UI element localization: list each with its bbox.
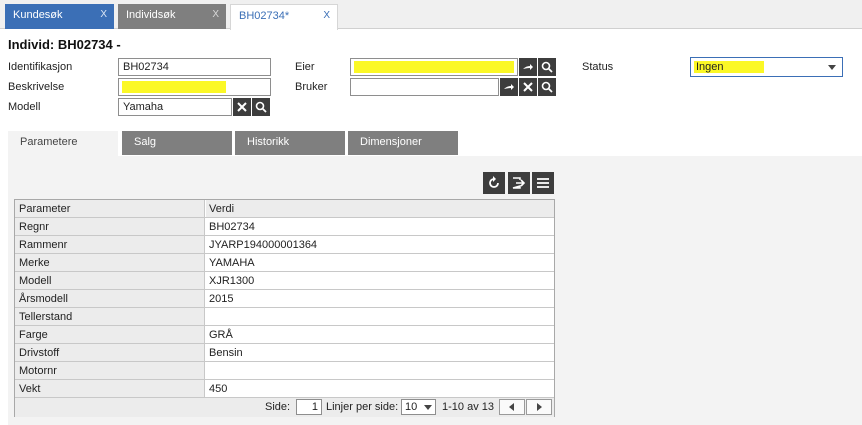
clear-icon	[523, 82, 533, 92]
tab-label: BH02734*	[239, 10, 290, 22]
value-cell[interactable]: GRÅ	[206, 326, 554, 343]
goto-eier-button[interactable]	[519, 58, 537, 76]
search-eier-button[interactable]	[538, 58, 556, 76]
tab-close-icon[interactable]: X	[212, 4, 219, 26]
goto-bruker-button[interactable]	[500, 78, 518, 96]
eier-label: Eier	[295, 61, 315, 73]
subtab-dimensjoner[interactable]: Dimensjoner	[348, 131, 458, 155]
prev-page-button[interactable]	[499, 399, 525, 415]
modell-field[interactable]: Yamaha	[118, 98, 232, 116]
parameter-cell: Rammenr	[15, 236, 205, 253]
refresh-button[interactable]	[483, 172, 505, 194]
parameter-cell: Motornr	[15, 362, 205, 379]
parameter-cell: Vekt	[15, 380, 205, 397]
status-select[interactable]: Ingen	[690, 57, 843, 77]
value-cell[interactable]: Bensin	[206, 344, 554, 361]
tab-bh02734[interactable]: BH02734* X	[230, 4, 338, 30]
search-icon	[541, 61, 553, 73]
chevron-left-icon	[509, 403, 514, 411]
highlight-mark	[354, 61, 514, 73]
clear-icon	[237, 102, 247, 112]
search-icon	[541, 81, 553, 93]
tab-close-icon[interactable]: X	[100, 4, 107, 26]
status-value: Ingen	[696, 61, 724, 73]
search-icon	[255, 101, 267, 113]
highlight-mark	[122, 81, 226, 93]
lines-per-page-value: 10	[405, 401, 418, 413]
menu-icon	[537, 178, 549, 188]
next-page-button[interactable]	[526, 399, 552, 415]
page-title: Individ: BH02734 -	[8, 37, 121, 52]
identifikasjon-label: Identifikasjon	[8, 61, 73, 73]
eier-field[interactable]	[350, 58, 518, 76]
parameter-cell: Drivstoff	[15, 344, 205, 361]
table-row[interactable]: Regnr BH02734	[15, 218, 554, 236]
value-cell[interactable]: BH02734	[206, 218, 554, 235]
bruker-label: Bruker	[295, 81, 328, 93]
menu-button[interactable]	[532, 172, 554, 194]
table-row[interactable]: Motornr	[15, 362, 554, 380]
page-input[interactable]: 1	[296, 399, 322, 415]
identifikasjon-field[interactable]: BH02734	[118, 58, 271, 76]
table-row[interactable]: Årsmodell 2015	[15, 290, 554, 308]
status-label: Status	[582, 61, 614, 73]
tab-individsok[interactable]: Individsøk X	[118, 4, 226, 29]
parameter-cell: Tellerstand	[15, 308, 205, 325]
table-row[interactable]: Merke YAMAHA	[15, 254, 554, 272]
subtab-salg[interactable]: Salg	[122, 131, 232, 155]
table-row[interactable]: Rammenr JYARP194000001364	[15, 236, 554, 254]
value-cell[interactable]: XJR1300	[206, 272, 554, 289]
table-row[interactable]: Tellerstand	[15, 308, 554, 326]
chevron-right-icon	[537, 403, 542, 411]
chevron-down-icon	[828, 65, 836, 70]
pager: Side: 1 Linjer per side: 10 1-10 av 13	[15, 398, 554, 417]
beskrivelse-label: Beskrivelse	[8, 81, 65, 93]
tab-close-icon[interactable]: X	[323, 5, 330, 27]
column-header-parameter[interactable]: Parameter	[15, 200, 205, 217]
value-cell[interactable]: 450	[206, 380, 554, 397]
bruker-field[interactable]	[350, 78, 499, 96]
clear-bruker-button[interactable]	[519, 78, 537, 96]
search-bruker-button[interactable]	[538, 78, 556, 96]
table-row[interactable]: Farge GRÅ	[15, 326, 554, 344]
parameter-cell: Merke	[15, 254, 205, 271]
page-range: 1-10 av 13	[442, 401, 494, 413]
table-row[interactable]: Modell XJR1300	[15, 272, 554, 290]
parameter-cell: Modell	[15, 272, 205, 289]
value-cell[interactable]	[206, 362, 554, 379]
value-cell[interactable]: YAMAHA	[206, 254, 554, 271]
subtab-historikk[interactable]: Historikk	[235, 131, 345, 155]
lines-per-page-label: Linjer per side:	[326, 401, 399, 413]
table-row[interactable]: Drivstoff Bensin	[15, 344, 554, 362]
refresh-icon	[489, 176, 499, 188]
beskrivelse-field[interactable]	[118, 78, 271, 96]
value-cell[interactable]	[206, 308, 554, 325]
lines-per-page-select[interactable]: 10	[401, 399, 436, 415]
table-row[interactable]: Vekt 450	[15, 380, 554, 398]
window-tab-bar: Kundesøk X Individsøk X BH02734* X	[0, 0, 862, 30]
page-label: Side:	[265, 401, 291, 413]
clear-modell-button[interactable]	[233, 98, 251, 116]
parameter-cell: Regnr	[15, 218, 205, 235]
grid-header-row: Parameter Verdi	[15, 200, 554, 218]
parameter-grid: Parameter Verdi Regnr BH02734 Rammenr JY…	[14, 199, 555, 417]
parameter-cell: Farge	[15, 326, 205, 343]
export-button[interactable]	[508, 172, 530, 194]
tab-kundesok[interactable]: Kundesøk X	[5, 4, 114, 29]
modell-label: Modell	[8, 101, 41, 113]
column-header-verdi[interactable]: Verdi	[206, 200, 554, 217]
arrow-right-icon	[504, 84, 514, 90]
export-icon	[512, 177, 526, 189]
value-cell[interactable]: JYARP194000001364	[206, 236, 554, 253]
tab-label: Individsøk	[126, 9, 176, 21]
chevron-down-icon	[424, 405, 432, 410]
arrow-right-icon	[523, 64, 533, 70]
tab-label: Kundesøk	[13, 9, 63, 21]
parameter-cell: Årsmodell	[15, 290, 205, 307]
subtab-parametere[interactable]: Parametere	[8, 131, 118, 157]
value-cell[interactable]: 2015	[206, 290, 554, 307]
search-modell-button[interactable]	[252, 98, 270, 116]
